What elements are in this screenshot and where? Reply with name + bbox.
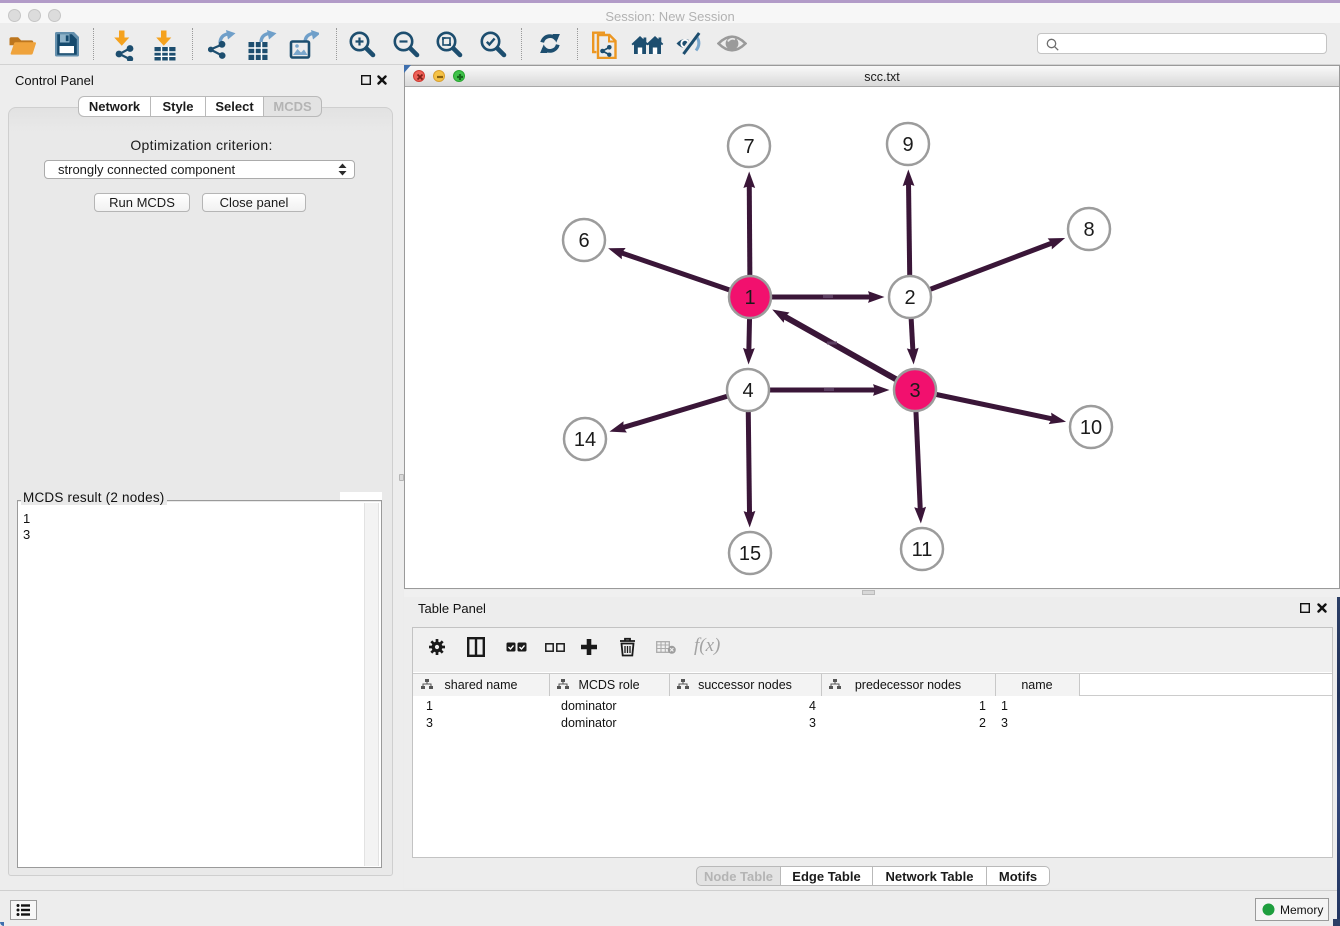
svg-text:7: 7 — [743, 136, 754, 158]
svg-text:6: 6 — [578, 230, 589, 252]
svg-text:2: 2 — [904, 287, 915, 309]
svg-text:11: 11 — [912, 539, 933, 561]
svg-text:10: 10 — [1080, 417, 1102, 439]
svg-text:4: 4 — [742, 380, 753, 402]
svg-text:14: 14 — [574, 429, 596, 451]
svg-text:3: 3 — [909, 380, 920, 402]
svg-text:8: 8 — [1083, 219, 1094, 241]
svg-text:15: 15 — [739, 543, 761, 565]
svg-text:1: 1 — [744, 287, 755, 309]
svg-text:9: 9 — [902, 134, 913, 156]
